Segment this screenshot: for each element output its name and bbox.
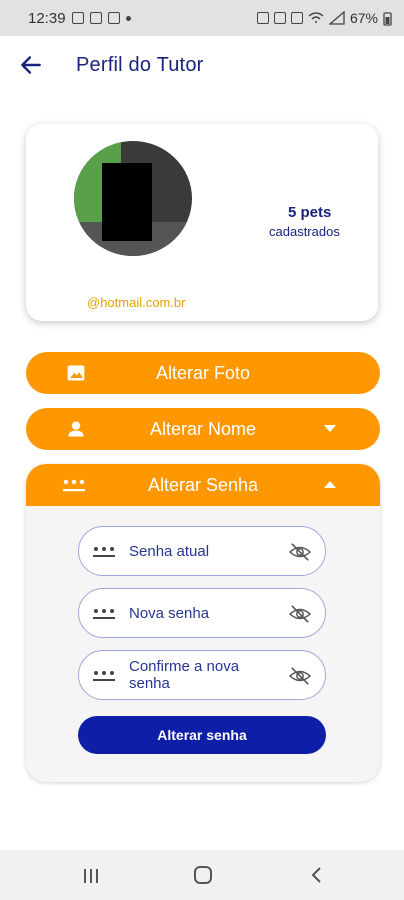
change-password-button[interactable]: Alterar Senha [26,464,380,506]
wifi-icon [308,12,324,23]
change-name-label: Alterar Nome [149,418,257,439]
password-dots-icon [93,671,115,681]
new-password-field[interactable]: Nova senha [78,588,326,638]
app-notification-icon [107,12,120,24]
eye-off-icon[interactable] [289,604,311,624]
pets-label: cadastrados [269,224,340,239]
battery-percent: 67% [349,10,378,26]
eye-off-icon[interactable] [289,666,311,686]
back-nav-icon[interactable] [310,867,322,883]
change-photo-label: Alterar Foto [155,362,251,383]
pets-count: 5 pets [288,204,332,221]
redaction-block [102,163,152,241]
system-nav-bar [0,850,404,900]
more-notifications-icon [125,15,131,21]
arrow-left-icon[interactable] [18,52,44,78]
signal-icon [328,11,345,25]
nfc-icon [273,12,286,24]
notification-icon [89,12,102,24]
current-password-field[interactable]: Senha atual [78,526,326,576]
page-title: Perfil do Tutor [76,54,204,76]
chevron-up-icon [324,481,336,488]
home-icon[interactable] [194,866,212,884]
change-password-label: Alterar Senha [147,474,259,495]
change-photo-button[interactable]: Alterar Foto [26,352,380,394]
recent-apps-icon[interactable] [82,868,100,884]
email: @hotmail.com.br [87,295,186,310]
battery-icon [383,11,392,26]
new-password-placeholder: Nova senha [129,605,210,622]
password-dots-icon [93,609,115,619]
image-icon [67,365,85,381]
password-dots-icon [63,479,85,492]
mute-icon [290,12,303,24]
status-time: 12:39 [28,9,66,27]
confirm-password-placeholder: Confirme a nova senha [129,658,240,692]
profile-card: 5 pets cadastrados @hotmail.com.br [26,124,378,321]
confirm-password-field[interactable]: Confirme a nova senha [78,650,326,700]
change-name-button[interactable]: Alterar Nome [26,408,380,450]
app-bar: Perfil do Tutor [0,36,404,96]
avatar[interactable] [74,141,192,256]
password-dots-icon [93,547,115,557]
eye-off-icon[interactable] [289,542,311,562]
chevron-down-icon [324,425,336,432]
status-bar: 12:39 67% [0,0,404,36]
alarm-icon [256,12,269,24]
submit-password-button[interactable]: Alterar senha [78,716,326,754]
gallery-notification-icon [71,12,84,24]
current-password-placeholder: Senha atual [129,543,210,560]
person-icon [68,421,84,437]
change-password-panel: Alterar Senha Senha atual Nova senha Con… [26,464,380,782]
